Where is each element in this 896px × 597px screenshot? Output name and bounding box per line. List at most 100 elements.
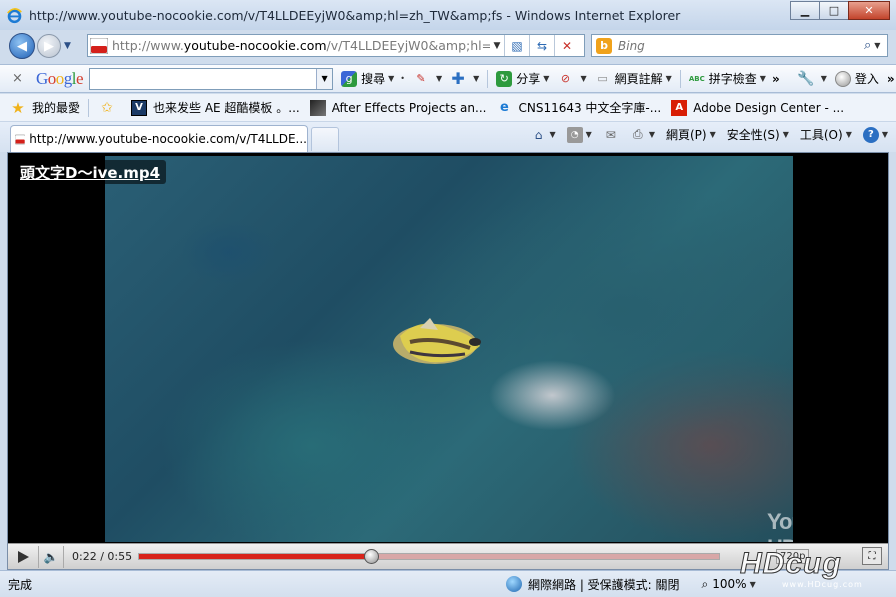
- favorite-item-label: 也来发些 AE 超酷模板 。...: [153, 101, 300, 115]
- maximize-button[interactable]: □: [819, 1, 849, 20]
- popup-blocker-icon: ⊘: [560, 72, 571, 85]
- google-search-input[interactable]: ▼: [89, 67, 334, 90]
- mail-button[interactable]: ✉: [603, 127, 619, 143]
- favorite-item[interactable]: V 也来发些 AE 超酷模板 。...: [131, 99, 300, 116]
- tab-youtube[interactable]: http://www.youtube-nocookie.com/v/T4LLDE…: [10, 125, 308, 152]
- google-search-button[interactable]: g 搜尋 ▼: [341, 70, 394, 87]
- address-bar[interactable]: http://www.youtube-nocookie.com/v/T4LLDE…: [87, 34, 585, 57]
- globe-icon: [506, 576, 522, 592]
- google-logo: Google: [36, 68, 84, 88]
- add-to-favorites-button[interactable]: ✩: [99, 100, 121, 116]
- minimize-button[interactable]: ▁: [790, 1, 820, 20]
- url-path: /v/T4LLDEEyjW0&amp;hl=zh_T\: [326, 38, 490, 53]
- add-button[interactable]: ✚ ▼: [450, 69, 480, 88]
- fullscreen-icon: ⛶: [868, 550, 876, 562]
- volume-button[interactable]: 🔈: [38, 545, 64, 568]
- favorite-item[interactable]: e CNS11643 中文全字庫-...: [496, 99, 661, 116]
- print-button[interactable]: ⎙ ▼: [630, 127, 655, 143]
- time-display: 0:22 / 0:55: [72, 550, 133, 563]
- played-fill: [139, 554, 371, 559]
- quality-selector[interactable]: 720p: [776, 549, 810, 564]
- stop-button[interactable]: ✕: [554, 35, 579, 56]
- forward-button[interactable]: ▶: [37, 34, 61, 58]
- feeds-button[interactable]: ◔ ▼: [566, 126, 592, 143]
- close-toolbar-button[interactable]: ×: [12, 71, 28, 86]
- zoom-control[interactable]: ⌕ 100% ▼: [702, 577, 756, 592]
- security-zone-label: 網際網路 | 受保護模式: 關閉: [528, 577, 680, 592]
- spell-check-button[interactable]: ABC 拼字檢查 ▼: [689, 70, 766, 87]
- ae-projects-favicon-icon: [309, 99, 326, 116]
- chevron-down-icon[interactable]: ▼: [316, 68, 333, 89]
- back-button[interactable]: ◀: [9, 33, 35, 59]
- fish-image: [393, 318, 481, 364]
- url-prefix: http://www.: [112, 38, 184, 53]
- share-label: 分享: [516, 72, 541, 86]
- tools-menu-button[interactable]: 工具(O) ▼: [800, 126, 852, 143]
- chevron-down-icon: ▼: [580, 74, 587, 83]
- search-options-icon[interactable]: ▼: [874, 41, 880, 50]
- new-tab-button[interactable]: [311, 127, 339, 151]
- fullscreen-button[interactable]: ⛶: [862, 547, 882, 565]
- toolbar-overflow-button[interactable]: »: [887, 72, 895, 86]
- video-title-link[interactable]: 頭文字D～ive.mp4: [14, 160, 167, 184]
- security-zone[interactable]: 網際網路 | 受保護模式: 關閉: [494, 576, 680, 593]
- toolbar-separator: [679, 69, 681, 88]
- share-button[interactable]: ↻ 分享 ▼: [496, 70, 549, 87]
- favorite-item[interactable]: A Adobe Design Center - ...: [671, 99, 844, 116]
- refresh-icon: ⇆: [536, 38, 548, 53]
- settings-button[interactable]: 🔧 ▼: [797, 71, 827, 87]
- more-tools-button[interactable]: »: [772, 72, 780, 86]
- stop-icon: ✕: [561, 38, 573, 53]
- help-button[interactable]: ? ▼: [862, 126, 888, 143]
- grip-icon: •: [400, 74, 405, 83]
- chevron-down-icon: ▼: [759, 74, 766, 83]
- status-text: 完成: [8, 577, 33, 592]
- safety-menu-button[interactable]: 安全性(S) ▼: [727, 126, 789, 143]
- bookmark-tool-button[interactable]: ✎ ▼: [413, 71, 442, 87]
- history-dropdown-icon[interactable]: ▼: [64, 41, 71, 51]
- sign-in-button[interactable]: 登入: [834, 70, 879, 87]
- chevron-down-icon: ▼: [473, 74, 480, 83]
- seek-bar[interactable]: [138, 549, 720, 564]
- chevron-down-icon: ▼: [820, 74, 827, 83]
- chevron-down-icon: ▼: [845, 130, 852, 139]
- address-dropdown-icon[interactable]: ▼: [490, 41, 504, 51]
- close-window-button[interactable]: ✕: [848, 1, 890, 20]
- annotate-button[interactable]: ▭ 網頁註解 ▼: [595, 70, 671, 87]
- seek-handle[interactable]: [364, 549, 379, 564]
- chevron-down-icon: ▼: [648, 130, 655, 139]
- favorite-item-label: After Effects Projects an...: [331, 100, 487, 115]
- page-menu-label: 網頁(P): [665, 128, 707, 142]
- play-icon: [18, 550, 29, 563]
- chevron-down-icon: ▼: [388, 74, 395, 83]
- ie-logo-icon: [7, 7, 22, 23]
- status-bar: 完成 網際網路 | 受保護模式: 關閉 ⌕ 100% ▼: [0, 570, 896, 597]
- compatibility-view-button[interactable]: ▧: [504, 35, 529, 56]
- toolbar-separator: [487, 69, 489, 88]
- search-input[interactable]: [618, 38, 858, 53]
- vimeo-favicon-icon: V: [131, 99, 148, 116]
- home-button[interactable]: ⌂ ▼: [531, 127, 556, 143]
- adobe-logo-icon: A: [671, 99, 688, 116]
- chevron-down-icon: ▼: [709, 130, 716, 139]
- search-icon[interactable]: ⌕: [864, 38, 871, 53]
- favorites-label: 我的最愛: [32, 101, 81, 115]
- rss-icon: ◔: [566, 126, 583, 143]
- video-frame[interactable]: YouTube HD: [105, 156, 793, 542]
- chevron-down-icon: ▼: [549, 130, 556, 139]
- favorites-button[interactable]: ★ 我的最愛: [10, 99, 81, 117]
- popup-blocker-button[interactable]: ⊘ ▼: [557, 71, 587, 87]
- tab-bar: http://www.youtube-nocookie.com/v/T4LLDE…: [0, 122, 896, 152]
- spell-check-icon: ABC: [688, 74, 705, 83]
- tools-menu-label: 工具(O): [799, 128, 843, 142]
- favorite-item[interactable]: After Effects Projects an...: [309, 99, 487, 116]
- zoom-level: 100%: [712, 577, 747, 591]
- address-url[interactable]: http://www.youtube-nocookie.com/v/T4LLDE…: [112, 38, 490, 53]
- arrow-left-icon: ◀: [17, 38, 27, 54]
- refresh-button[interactable]: ⇆: [529, 35, 554, 56]
- title-bar: http://www.youtube-nocookie.com/v/T4LLDE…: [0, 0, 896, 30]
- page-menu-button[interactable]: 網頁(P) ▼: [666, 126, 716, 143]
- user-circle-icon: [834, 70, 851, 87]
- window-title: http://www.youtube-nocookie.com/v/T4LLDE…: [29, 7, 681, 23]
- play-button[interactable]: [8, 550, 38, 564]
